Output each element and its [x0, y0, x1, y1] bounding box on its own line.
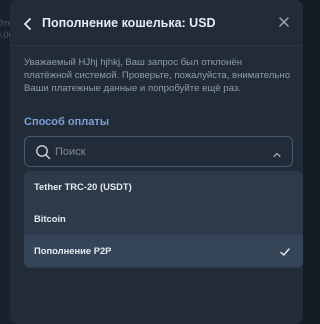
modal-header: Пополнение кошелька: USD: [10, 0, 303, 46]
modal-title: Пополнение кошелька: USD: [42, 16, 216, 30]
payment-method-select[interactable]: [24, 136, 293, 167]
search-icon: [35, 144, 51, 160]
option-label: Tether TRC-20 (USDT): [34, 181, 132, 192]
option-label: Bitcoin: [34, 213, 66, 224]
option-bitcoin[interactable]: Bitcoin: [24, 203, 303, 235]
payment-method-label: Способ оплаты: [24, 116, 110, 128]
option-label: Пополнение P2P: [34, 245, 112, 256]
option-tether-trc20[interactable]: Tether TRC-20 (USDT): [24, 171, 303, 203]
search-input[interactable]: [55, 143, 255, 161]
chevron-left-icon[interactable]: [20, 14, 36, 34]
deposit-modal: Пополнение кошелька: USD Уважаемый HJhj …: [10, 0, 303, 324]
rejection-message: Уважаемый HJhj hjhkj, Ваш запрос был отк…: [24, 57, 291, 94]
close-icon[interactable]: [275, 13, 293, 31]
check-icon: [279, 245, 291, 257]
option-p2p[interactable]: Пополнение P2P: [24, 235, 303, 267]
chevron-up-icon[interactable]: [272, 147, 282, 158]
payment-method-dropdown: Tether TRC-20 (USDT) Bitcoin Пополнение …: [24, 171, 303, 268]
